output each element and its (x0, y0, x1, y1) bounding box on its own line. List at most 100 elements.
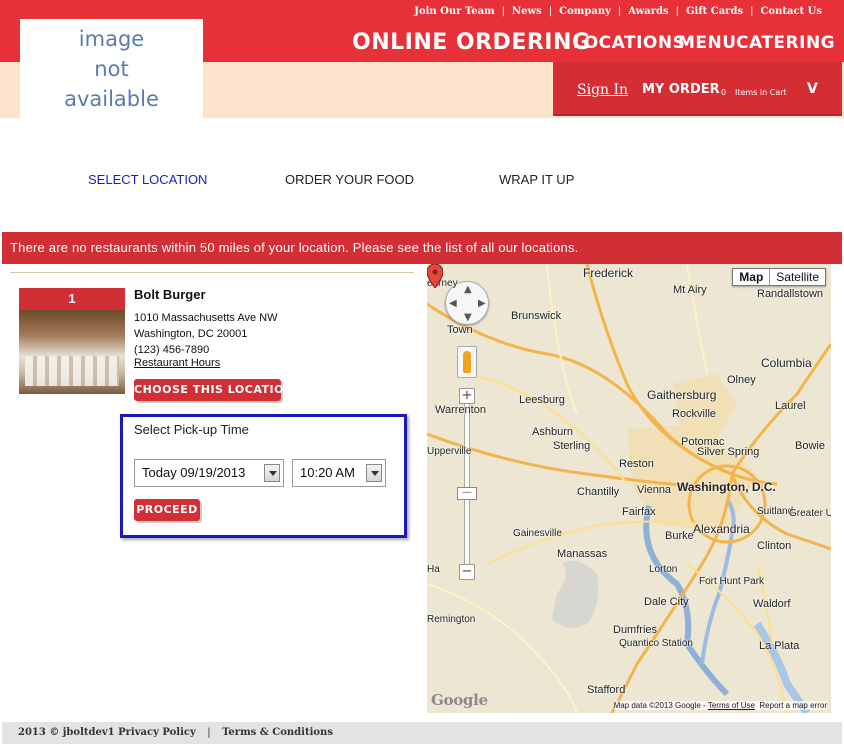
map-type-satellite[interactable]: Satellite (770, 269, 825, 285)
street-view-pegman-icon[interactable] (457, 346, 477, 378)
news-link[interactable]: News (512, 6, 542, 17)
terms-of-use-link[interactable]: Terms of Use (708, 701, 755, 710)
logo-text-line: available (64, 87, 159, 111)
step-select-location[interactable]: SELECT LOCATION (88, 172, 207, 187)
map-place-label: Chantilly (577, 486, 620, 498)
location-name: Bolt Burger (134, 287, 206, 302)
map-place-label: Manassas (557, 548, 608, 560)
location-marker-icon[interactable] (427, 264, 443, 288)
map-place-label: Alexandria (693, 522, 750, 536)
pickup-date-select[interactable]: Today 09/19/2013 (134, 459, 284, 487)
top-links: Join Our Team | News | Company | Awards … (414, 4, 822, 18)
map-place-label: Washington, D.C. (677, 480, 776, 494)
chevron-down-icon[interactable] (366, 464, 382, 482)
my-order-label[interactable]: MY ORDER (642, 82, 720, 97)
google-logo[interactable]: Google (431, 691, 488, 709)
pickup-time-panel: Select Pick-up Time Today 09/19/2013 10:… (120, 414, 407, 538)
map-place-label: Upperville (427, 446, 472, 457)
separator: | (207, 727, 211, 738)
map-place-label: Fort Hunt Park (699, 576, 765, 587)
separator: | (617, 5, 622, 17)
map-type-map[interactable]: Map (733, 269, 771, 285)
map-place-label: Quantico Station (619, 638, 693, 649)
terms-conditions-link[interactable]: Terms & Conditions (222, 727, 333, 738)
map-place-label: Lorton (649, 564, 678, 575)
sign-in-link[interactable]: Sign In (577, 82, 628, 98)
map-place-label: Laurel (775, 400, 806, 412)
location-address-line2: Washington, DC 20001 (134, 328, 248, 340)
map-place-label: Fairfax (622, 506, 656, 518)
main-nav: ONLINE ORDERING LOCATIONS MENU CATERING (0, 27, 844, 57)
separator: | (501, 5, 506, 17)
pickup-time-value: 10:20 AM (300, 465, 355, 480)
cart-toggle-icon[interactable]: V (807, 81, 818, 97)
map-place-label: Leesburg (519, 394, 565, 406)
contact-us-link[interactable]: Contact Us (760, 6, 822, 17)
pan-right-icon[interactable]: ▶ (478, 298, 486, 309)
location-number: 1 (19, 288, 125, 310)
nav-menu[interactable]: MENU (678, 33, 737, 53)
pan-up-icon[interactable]: ▲ (464, 284, 472, 295)
online-ordering-link[interactable]: ONLINE ORDERING (352, 30, 590, 55)
map-place-label: Rockville (672, 408, 717, 420)
choose-location-button[interactable]: CHOOSE THIS LOCATION (134, 379, 293, 401)
location-address-line1: 1010 Massachusetts Ave NW (134, 312, 278, 324)
pan-left-icon[interactable]: ◀ (449, 298, 457, 309)
separator: | (675, 5, 679, 17)
map-place-label: Frederick (583, 266, 634, 280)
map-place-label: Dale City (644, 596, 689, 608)
privacy-policy-link[interactable]: Privacy Policy (118, 727, 196, 738)
map-place-label: Mt Airy (673, 284, 707, 296)
map-place-label: Burke (665, 530, 694, 542)
cart-label: Items in Cart (735, 88, 787, 97)
map-place-label: Gaithersburg (647, 388, 717, 402)
map-place-label: Stafford (587, 684, 626, 696)
restaurant-hours-link[interactable]: Restaurant Hours (134, 357, 220, 369)
map-place-label: Warrenton (435, 404, 486, 416)
gift-cards-link[interactable]: Gift Cards (686, 6, 743, 17)
map-place-label: Dumfries (613, 624, 658, 636)
map-place-label: Ha (427, 564, 440, 575)
location-phone: (123) 456-7890 (134, 344, 210, 356)
copyright-text: 2013 © jboltdev1 (18, 727, 115, 738)
map-place-label: Gainesville (513, 528, 562, 539)
map-place-label: Ashburn (532, 426, 573, 438)
map-place-label: Greater Upper (789, 508, 831, 519)
zoom-out-button[interactable]: − (459, 564, 475, 580)
pickup-time-label: Select Pick-up Time (134, 422, 249, 437)
location-map[interactable]: Map Satellite ▲ ▼ ◀ ▶ + — − Frederick Mt … (427, 264, 831, 713)
map-place-label: Brunswick (511, 310, 562, 322)
map-place-label: Town (447, 324, 473, 336)
step-order-food[interactable]: ORDER YOUR FOOD (285, 172, 414, 187)
location-photo (19, 310, 125, 394)
map-place-label: Columbia (761, 356, 812, 370)
map-type-toggle: Map Satellite (732, 268, 826, 286)
proceed-button[interactable]: PROCEED (134, 499, 200, 521)
nav-catering[interactable]: CATERING (736, 33, 835, 53)
join-our-team-link[interactable]: Join Our Team (414, 6, 494, 17)
map-place-label: Vienna (637, 484, 672, 496)
zoom-in-button[interactable]: + (459, 388, 475, 404)
map-place-label: Clinton (757, 540, 792, 552)
order-bar: Sign In MY ORDER 0 Items in Cart V (553, 62, 842, 116)
company-link[interactable]: Company (559, 6, 611, 17)
map-place-label: Sterling (553, 440, 591, 452)
map-place-label: Bowie (795, 440, 825, 452)
map-place-label: Reston (619, 458, 654, 470)
step-wrap-up[interactable]: WRAP IT UP (499, 172, 574, 187)
pickup-time-select[interactable]: 10:20 AM (292, 459, 386, 487)
map-place-label: Suitland (757, 506, 794, 517)
chevron-down-icon[interactable] (264, 464, 280, 482)
separator: | (750, 5, 754, 17)
map-place-label: Randallstown (757, 288, 824, 300)
report-map-error-link[interactable]: Report a map error (759, 701, 827, 710)
pan-down-icon[interactable]: ▼ (464, 312, 472, 323)
zoom-slider-handle[interactable]: — (457, 487, 477, 500)
zoom-slider-track[interactable] (464, 394, 470, 572)
logo-text-line: not (94, 57, 129, 81)
no-restaurants-alert: There are no restaurants within 50 miles… (2, 232, 842, 264)
awards-link[interactable]: Awards (628, 6, 668, 17)
nav-locations[interactable]: LOCATIONS (573, 33, 685, 53)
map-place-label: Remington (427, 614, 476, 625)
map-data-text: Map data ©2013 Google - (613, 701, 708, 710)
